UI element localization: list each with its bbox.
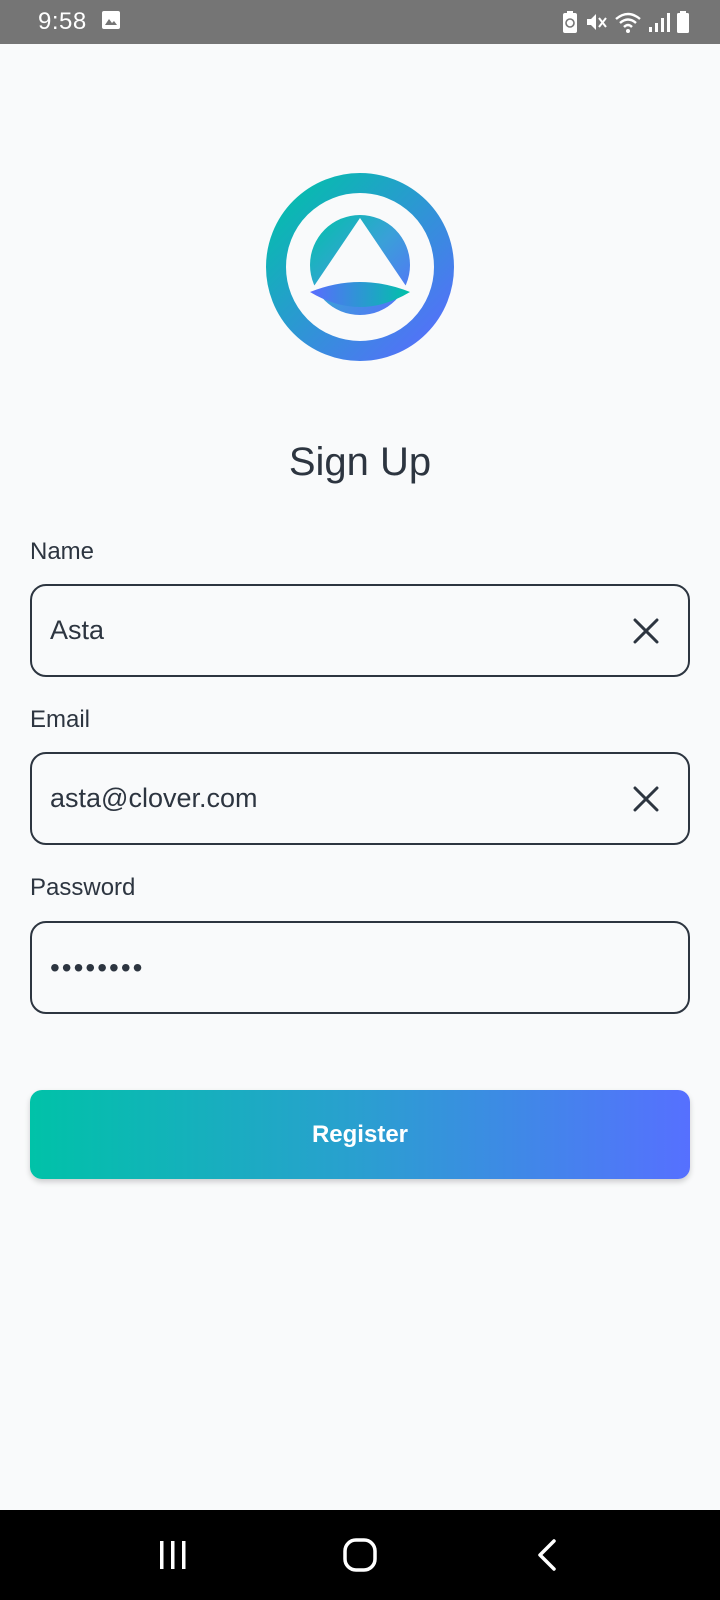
status-bar: 9:58 [0,0,720,44]
password-field[interactable]: •••••••• [30,921,690,1014]
battery-saver-icon [562,10,578,34]
home-icon[interactable] [320,1525,400,1585]
password-label: Password [30,874,136,901]
wifi-icon [614,10,642,34]
navigation-bar [0,1510,720,1600]
recent-apps-icon[interactable] [133,1525,213,1585]
email-label: Email [30,706,91,733]
mute-icon [584,10,608,34]
email-input-value[interactable]: asta@clover.com [50,783,626,814]
name-input-value[interactable]: Asta [50,615,626,646]
app-logo [265,172,455,362]
name-label: Name [30,538,95,565]
back-icon[interactable] [507,1525,587,1585]
status-time: 9:58 [38,8,87,35]
close-icon[interactable] [626,611,666,651]
email-field[interactable]: asta@clover.com [30,752,690,845]
name-field[interactable]: Asta [30,584,690,677]
battery-icon [676,10,690,34]
status-right [562,10,690,34]
password-input-value[interactable]: •••••••• [50,952,670,984]
register-button-label: Register [311,1120,409,1148]
close-icon[interactable] [626,779,666,819]
signal-icon [648,10,670,34]
register-button[interactable]: Register [30,1090,690,1179]
page-title: Sign Up [288,440,432,484]
status-left: 9:58 [38,8,121,36]
gallery-icon [101,10,121,35]
